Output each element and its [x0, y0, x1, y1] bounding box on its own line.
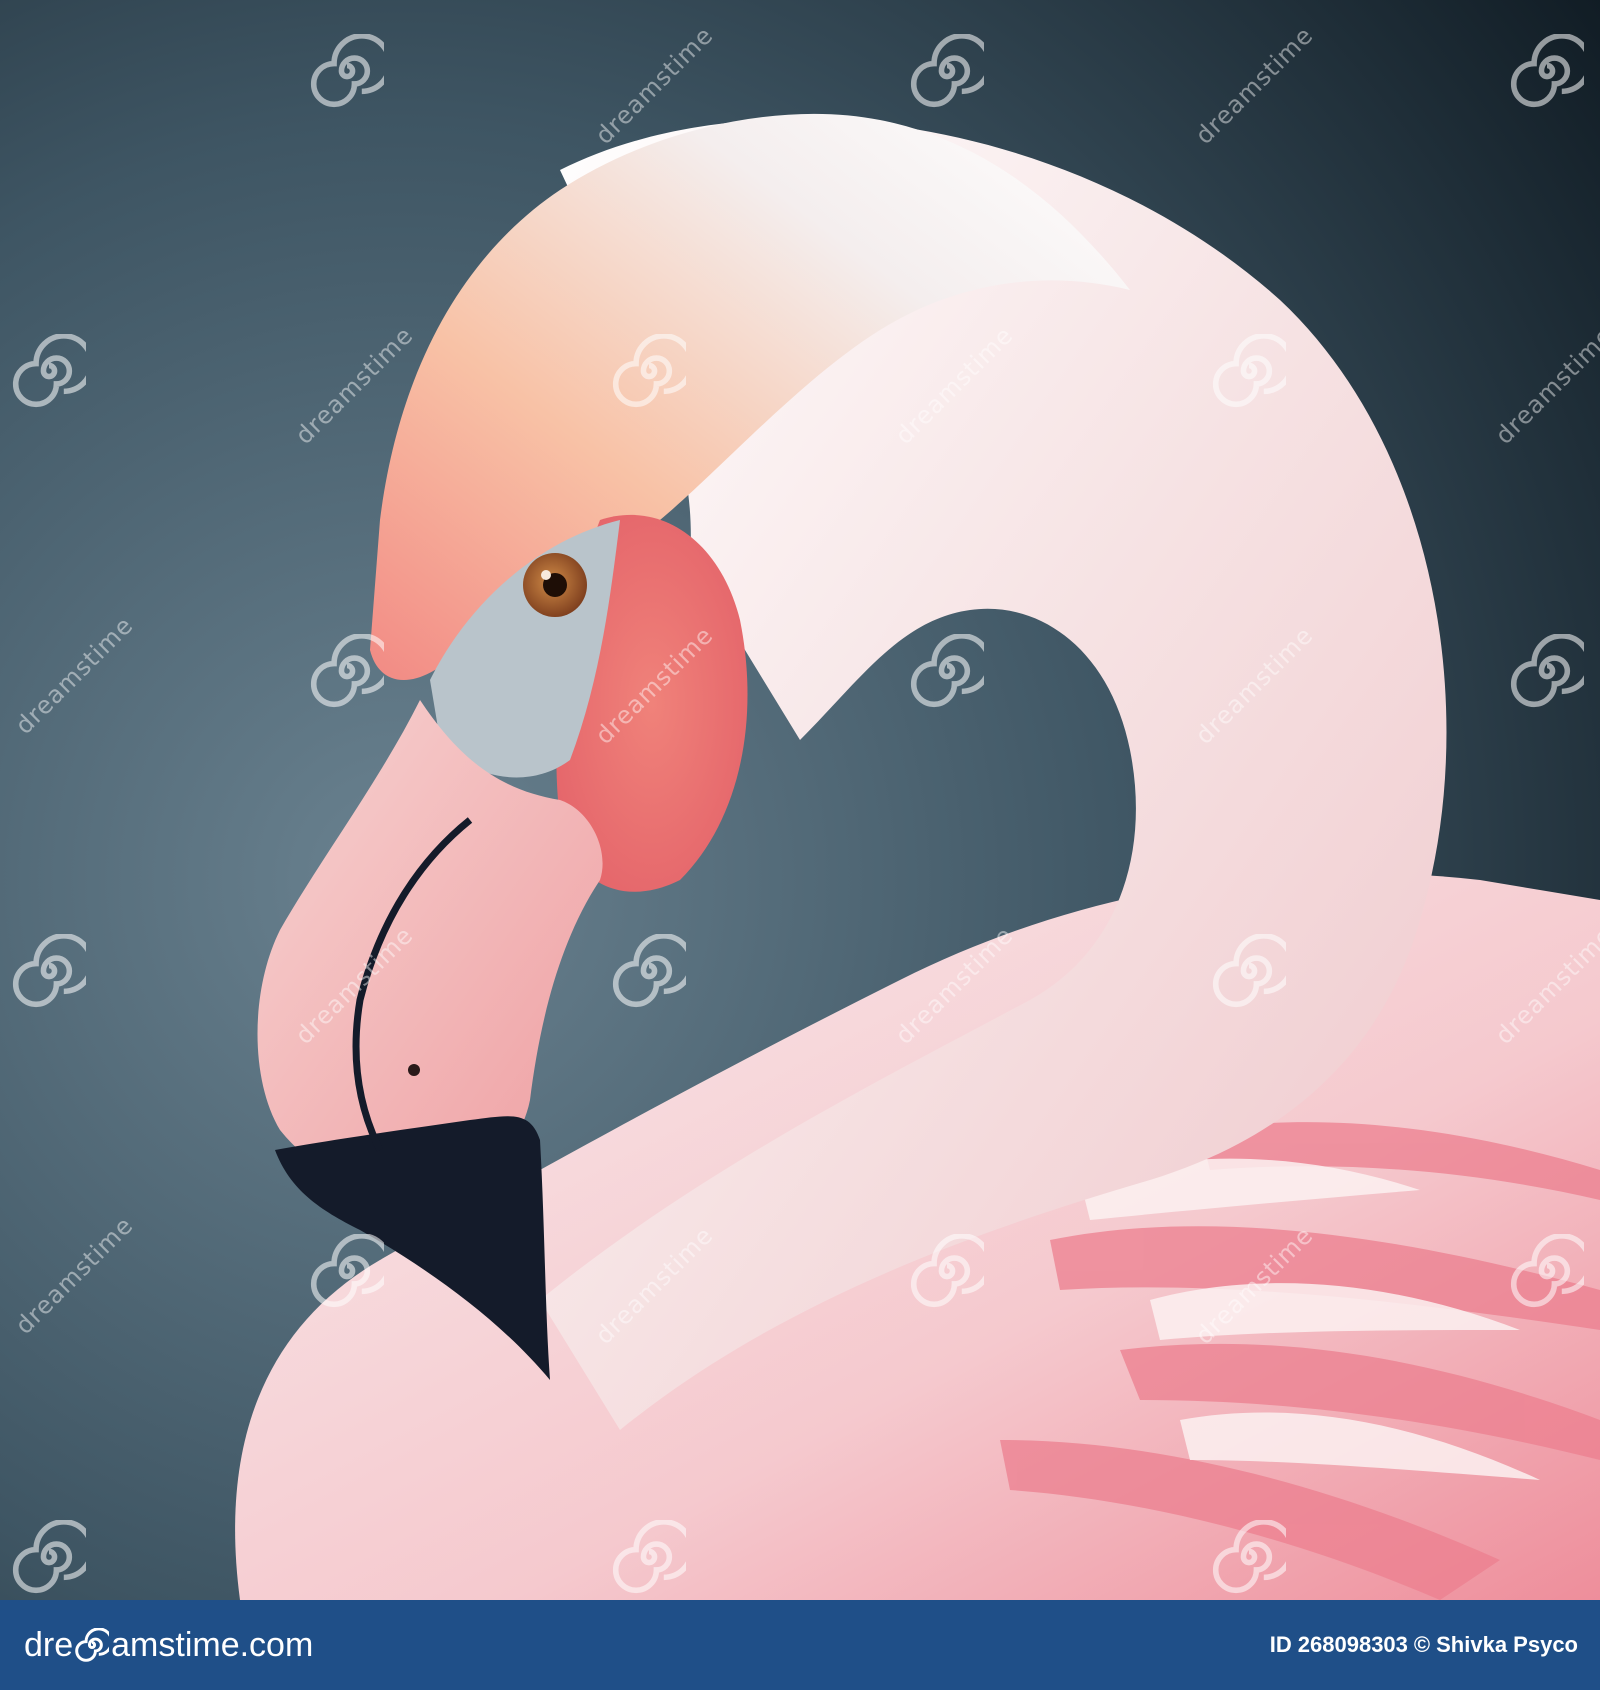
- author-name: Shivka Psyco: [1436, 1632, 1578, 1657]
- copyright-symbol: ©: [1413, 1632, 1431, 1657]
- flamingo-photo: dreamstime dreamstime dreamstime dreamst…: [0, 0, 1600, 1600]
- spiral-logo-icon: [75, 1628, 110, 1662]
- eye-highlight: [541, 570, 551, 580]
- beak-nostril: [408, 1064, 420, 1076]
- image-id: 268098303: [1297, 1632, 1408, 1657]
- id-label: ID: [1269, 1632, 1292, 1657]
- stock-photo-page: dreamstime dreamstime dreamstime dreamst…: [0, 0, 1600, 1690]
- brand-text-suffix: amstime.com: [111, 1625, 314, 1664]
- flamingo-illustration: [0, 0, 1600, 1600]
- dreamstime-brand[interactable]: dre amstime.com: [24, 1626, 313, 1665]
- brand-text-prefix: dre: [24, 1625, 74, 1664]
- attribution-footer: dre amstime.com ID 268098303 © Shivka Ps…: [0, 1600, 1600, 1690]
- image-credit: ID 268098303 © Shivka Psyco: [1270, 1632, 1578, 1658]
